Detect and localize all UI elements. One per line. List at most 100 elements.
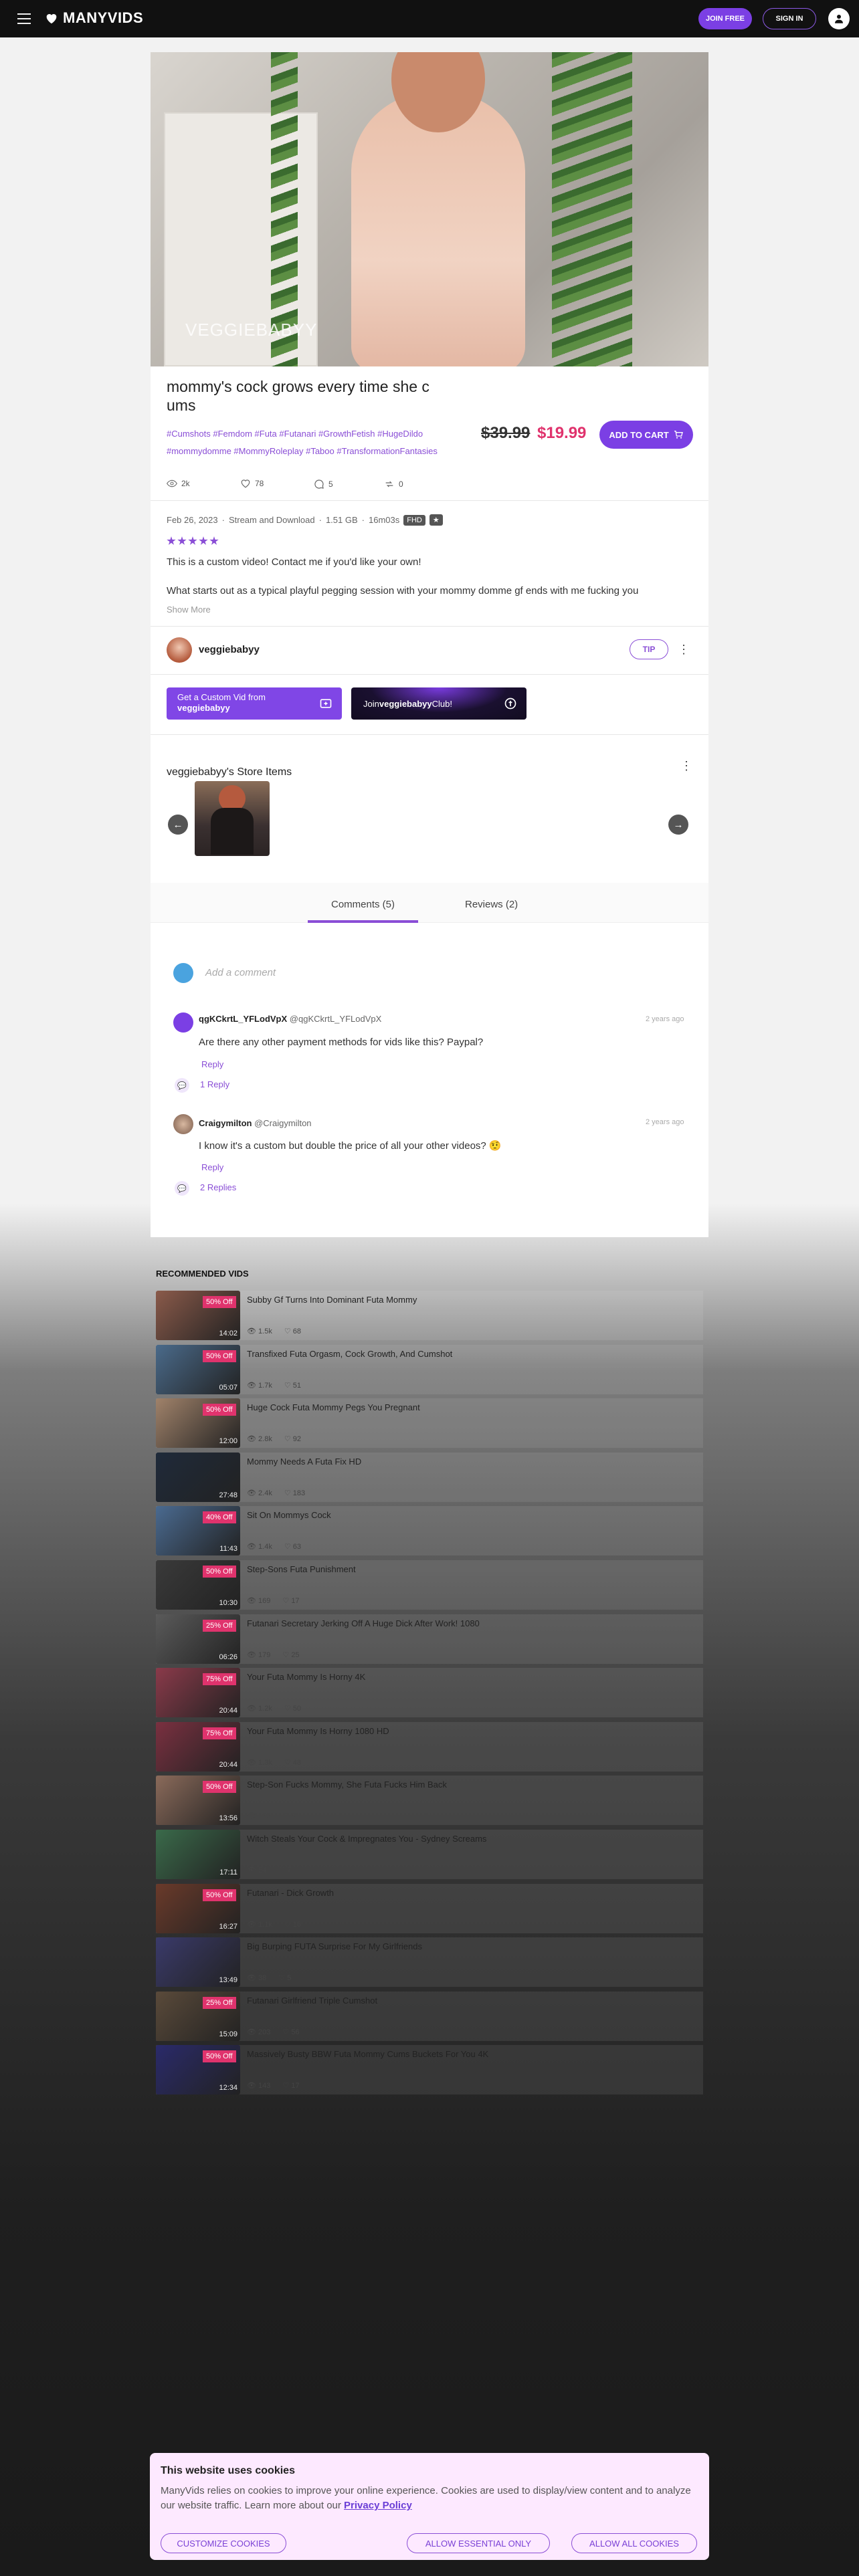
recommended-thumbnail[interactable]: 40% Off 11:43 bbox=[156, 1506, 240, 1556]
video-watermark: VEGGIEBABYY bbox=[185, 320, 318, 340]
recommended-title-link[interactable]: Transfixed Futa Orgasm, Cock Growth, And… bbox=[247, 1349, 452, 1359]
recommended-title-link[interactable]: Huge Cock Futa Mommy Pegs You Pregnant bbox=[247, 1402, 420, 1412]
recommended-title-link[interactable]: Step-Sons Futa Punishment bbox=[247, 1564, 356, 1574]
comment-author[interactable]: qgKCkrtL_YFLodVpX @qgKCkrtL_YFLodVpX bbox=[199, 1014, 381, 1024]
recommended-title-link[interactable]: Step-Son Fucks Mommy, She Futa Fucks Him… bbox=[247, 1780, 447, 1790]
tag-link[interactable]: #Femdom bbox=[213, 429, 252, 439]
store-options-icon[interactable]: ⋮ bbox=[676, 756, 696, 776]
recommended-thumbnail[interactable]: 50% Off 16:27 bbox=[156, 1883, 240, 1933]
recommended-thumbnail[interactable]: 50% Off 05:07 bbox=[156, 1344, 240, 1394]
recommended-title-link[interactable]: Witch Steals Your Cock & Impregnates You… bbox=[247, 1834, 486, 1844]
recommended-thumbnail[interactable]: 50% Off 14:02 bbox=[156, 1291, 240, 1340]
creator-avatar[interactable] bbox=[167, 637, 192, 663]
add-to-cart-button[interactable]: ADD TO CART bbox=[599, 421, 693, 449]
recommended-item[interactable]: 50% Off 13:56 Step-Son Fucks Mommy, She Fu… bbox=[156, 1776, 703, 1826]
recommended-item[interactable]: 50% Off 10:30 Step-Sons Futa Punishment 👁 1… bbox=[156, 1560, 703, 1610]
reply-link[interactable]: Reply bbox=[201, 1059, 223, 1069]
recommended-thumbnail[interactable]: 75% Off 20:44 bbox=[156, 1668, 240, 1718]
recommended-thumbnail[interactable]: 13:49 bbox=[156, 1937, 240, 1988]
recommended-item[interactable]: 50% Off 14:02 Subby Gf Turns Into Dominant… bbox=[156, 1291, 703, 1340]
show-more-link[interactable]: Show More bbox=[167, 605, 211, 615]
tag-link[interactable]: #HugeDildo bbox=[377, 429, 423, 439]
likes-stat[interactable]: 78 bbox=[240, 479, 264, 488]
recommended-item[interactable]: 13:49 Big Burping FUTA Surprise For My Gi… bbox=[156, 1937, 703, 1988]
recommended-title-link[interactable]: Your Futa Mommy Is Horny 4K bbox=[247, 1672, 365, 1682]
recommended-title-link[interactable]: Massively Busty BBW Futa Mommy Cums Buck… bbox=[247, 2049, 488, 2059]
recommended-item[interactable]: 40% Off 11:43 Sit On Mommys Cock 👁 1.4k ♡ 63 bbox=[156, 1506, 703, 1556]
comment-author[interactable]: Craigymilton @Craigymilton bbox=[199, 1118, 312, 1128]
logo[interactable]: MANYVIDS bbox=[44, 9, 143, 27]
tag-link[interactable]: #Cumshots bbox=[167, 429, 211, 439]
recommended-title-link[interactable]: Futanari - Dick Growth bbox=[247, 1888, 334, 1898]
more-options-icon[interactable]: ⋮ bbox=[674, 639, 694, 659]
likes-stat: ♡ 7 bbox=[278, 1866, 291, 1874]
creator-name[interactable]: veggiebabyy bbox=[199, 644, 260, 655]
recommended-item[interactable]: 17:11 Witch Steals Your Cock & Impregnate… bbox=[156, 1830, 703, 1879]
recommended-item[interactable]: 50% Off 12:34 Massively Busty BBW Futa Mom… bbox=[156, 2045, 703, 2095]
tag-link[interactable]: #Taboo bbox=[306, 446, 335, 456]
recommended-thumbnail[interactable]: 50% Off 12:34 bbox=[156, 2045, 240, 2095]
add-comment-input[interactable]: Add a comment bbox=[205, 967, 276, 978]
recommended-item[interactable]: 50% Off 12:00 Huge Cock Futa Mommy Pegs Yo… bbox=[156, 1398, 703, 1448]
commenter-avatar[interactable] bbox=[173, 1114, 193, 1134]
comments-stat[interactable]: 5 bbox=[314, 479, 333, 490]
recommended-item[interactable]: 27:48 Mommy Needs A Futa Fix HD 👁 2.4k ♡ 18… bbox=[156, 1452, 703, 1502]
recommended-stats: 👁 1.4k ♡ 63 bbox=[247, 1542, 301, 1551]
allow-essential-button[interactable]: ALLOW ESSENTIAL ONLY bbox=[407, 2533, 550, 2553]
heart-icon: ♡ bbox=[284, 1705, 293, 1713]
recommended-item[interactable]: 50% Off 16:27 Futanari - Dick Growth 👁 1.1k… bbox=[156, 1883, 703, 1933]
recommended-thumbnail[interactable]: 50% Off 10:30 bbox=[156, 1560, 240, 1610]
sign-in-button[interactable]: SIGN IN bbox=[763, 8, 816, 29]
shares-stat[interactable]: 0 bbox=[384, 479, 403, 490]
replies-count-link[interactable]: 1 Reply bbox=[200, 1079, 229, 1089]
comment-username: Craigymilton bbox=[199, 1118, 252, 1128]
recommended-thumbnail[interactable]: 50% Off 12:00 bbox=[156, 1398, 240, 1448]
tag-link[interactable]: #TransformationFantasies bbox=[337, 446, 438, 456]
tag-link[interactable]: #Futanari bbox=[279, 429, 316, 439]
user-icon[interactable] bbox=[828, 8, 850, 29]
recommended-thumbnail[interactable]: 25% Off 15:09 bbox=[156, 1991, 240, 2041]
recommended-thumbnail[interactable]: 25% Off 06:26 bbox=[156, 1614, 240, 1664]
store-prev-arrow-icon[interactable]: ← bbox=[168, 815, 188, 835]
privacy-policy-link[interactable]: Privacy Policy bbox=[344, 2500, 412, 2511]
recommended-title-link[interactable]: Futanari Secretary Jerking Off A Huge Di… bbox=[247, 1618, 480, 1628]
recommended-item[interactable]: 75% Off 20:44 Your Futa Mommy Is Horny 108… bbox=[156, 1721, 703, 1772]
join-free-button[interactable]: JOIN FREE bbox=[698, 8, 752, 29]
custom-vid-button[interactable]: Get a Custom Vid from veggiebabyy bbox=[167, 687, 342, 720]
reply-link[interactable]: Reply bbox=[201, 1162, 223, 1172]
recommended-item[interactable]: 75% Off 20:44 Your Futa Mommy Is Horny 4K 👁… bbox=[156, 1668, 703, 1718]
duration-label: 17:11 bbox=[219, 1868, 237, 1876]
replies-count-link[interactable]: 2 Replies bbox=[200, 1182, 236, 1192]
tag-link[interactable]: #Futa bbox=[255, 429, 277, 439]
commenter-avatar[interactable] bbox=[173, 1012, 193, 1033]
recommended-title-link[interactable]: Sit On Mommys Cock bbox=[247, 1510, 331, 1520]
recommended-item[interactable]: 50% Off 05:07 Transfixed Futa Orgasm, Cock… bbox=[156, 1344, 703, 1394]
allow-all-cookies-button[interactable]: ALLOW ALL COOKIES bbox=[571, 2533, 697, 2553]
store-next-arrow-icon[interactable]: → bbox=[668, 815, 688, 835]
recommended-item[interactable]: 25% Off 15:09 Futanari Girlfriend Triple C… bbox=[156, 1991, 703, 2041]
recommended-title-link[interactable]: Subby Gf Turns Into Dominant Futa Mommy bbox=[247, 1295, 417, 1305]
recommended-thumbnail[interactable]: 17:11 bbox=[156, 1830, 240, 1879]
purchase-type: Stream and Download bbox=[228, 515, 315, 525]
recommended-thumbnail[interactable]: 27:48 bbox=[156, 1452, 240, 1502]
tag-link[interactable]: #MommyRoleplay bbox=[233, 446, 303, 456]
recommended-item[interactable]: 25% Off 06:26 Futanari Secretary Jerking O… bbox=[156, 1614, 703, 1664]
recommended-title-link[interactable]: Mommy Needs A Futa Fix HD bbox=[247, 1457, 361, 1467]
video-player[interactable]: VEGGIEBABYY bbox=[151, 52, 708, 366]
tag-link[interactable]: #GrowthFetish bbox=[318, 429, 375, 439]
tab-reviews[interactable]: Reviews (2) bbox=[465, 899, 518, 910]
customize-cookies-button[interactable]: CUSTOMIZE COOKIES bbox=[161, 2533, 286, 2553]
recommended-title-link[interactable]: Big Burping FUTA Surprise For My Girlfri… bbox=[247, 1941, 422, 1951]
recommended-stats: 👁 2.4k ♡ 183 bbox=[247, 1489, 305, 1497]
recommended-thumbnail[interactable]: 75% Off 20:44 bbox=[156, 1721, 240, 1772]
tip-button[interactable]: TIP bbox=[630, 639, 668, 659]
meta-dot: · bbox=[318, 515, 322, 525]
tab-comments[interactable]: Comments (5) bbox=[331, 899, 395, 910]
recommended-title-link[interactable]: Futanari Girlfriend Triple Cumshot bbox=[247, 1996, 377, 2006]
store-item-thumbnail[interactable] bbox=[195, 781, 270, 856]
tag-link[interactable]: #mommydomme bbox=[167, 446, 231, 456]
recommended-thumbnail[interactable]: 50% Off 13:56 bbox=[156, 1776, 240, 1826]
join-club-button[interactable]: Join veggiebabyy Club! bbox=[351, 687, 527, 720]
recommended-title-link[interactable]: Your Futa Mommy Is Horny 1080 HD bbox=[247, 1726, 389, 1736]
hamburger-menu-icon[interactable] bbox=[17, 13, 31, 24]
